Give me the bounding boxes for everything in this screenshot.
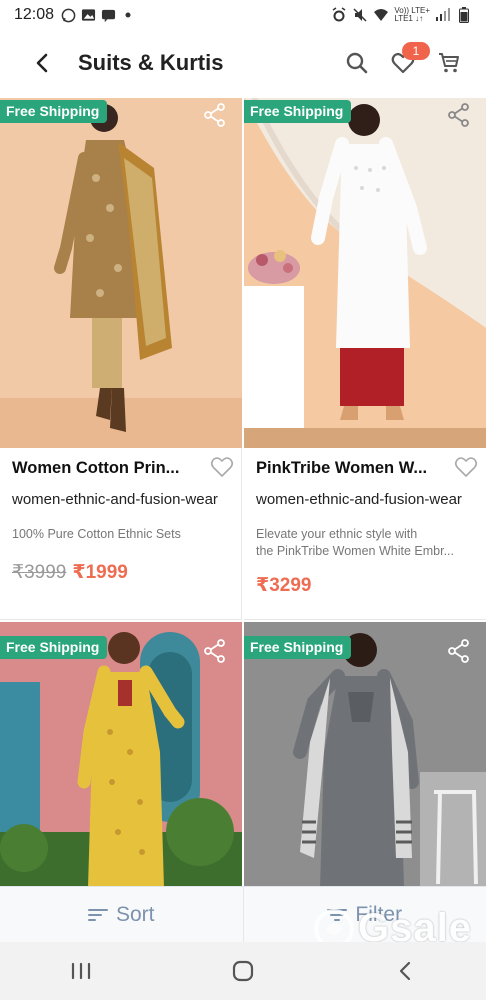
product-card[interactable]: Free Shipping [0,622,242,888]
network-bottom-label: LTE1 ↓↑ [394,14,424,23]
filter-label: Filter [355,902,403,926]
product-card[interactable]: Free Shipping PinkTribe Women W... women… [244,98,486,620]
free-shipping-tag: Free Shipping [244,100,352,123]
notification-icons [60,7,136,23]
whatsapp-icon [60,7,76,23]
share-button[interactable] [446,102,472,128]
dot-icon [120,7,136,23]
sort-button[interactable]: Sort [0,887,243,942]
product-description-line: the PinkTribe Women White Embr... [256,544,454,558]
price-row: ₹3999 ₹1999 [12,561,234,584]
cart-icon [439,53,459,73]
chat-icon [100,7,116,23]
product-image[interactable]: Free Shipping [244,622,486,888]
product-image[interactable]: Free Shipping [0,622,242,888]
product-description-line: 100% Pure Cotton Ethnic Sets [12,527,181,541]
product-mrp: ₹3999 [12,562,67,583]
network-type: Vo)) LTE+ LTE1 ↓↑ [394,7,430,23]
product-card[interactable]: Free Shipping [244,622,486,888]
sort-icon [87,908,108,921]
product-description: 100% Pure Cotton Ethnic Sets [12,526,234,543]
product-image[interactable]: Free Shipping [0,98,242,448]
product-title[interactable]: Women Cotton Prin... [12,459,179,478]
free-shipping-tag: Free Shipping [0,100,108,123]
sort-filter-bar: Sort Filter [0,886,486,942]
share-icon [204,103,225,127]
wifi-icon [373,7,389,23]
share-icon [204,639,225,663]
page-title: Suits & Kurtis [78,50,224,75]
share-button[interactable] [202,102,228,128]
share-icon [448,639,469,663]
heart-icon [210,457,234,477]
alarm-icon [331,7,347,23]
search-icon [346,52,368,74]
system-status: Vo)) LTE+ LTE1 ↓↑ [331,7,472,23]
product-price: ₹1999 [72,562,128,583]
back-arrow-icon [36,53,48,73]
product-category: women-ethnic-and-fusion-wear [12,491,218,508]
free-shipping-tag: Free Shipping [0,636,108,659]
filter-icon [327,908,348,921]
product-description: Elevate your ethnic style with the PinkT… [256,526,478,560]
product-wishlist-button[interactable] [454,456,478,480]
back-button[interactable] [22,43,62,83]
share-button[interactable] [446,638,472,664]
search-button[interactable] [340,46,374,80]
gallery-icon [80,7,96,23]
product-info: Women Cotton Prin... women-ethnic-and-fu… [12,456,234,584]
battery-icon [456,7,472,23]
product-title[interactable]: PinkTribe Women W... [256,459,427,478]
product-card[interactable]: Free Shipping Women Cotton Prin... women… [0,98,242,620]
cart-button[interactable] [432,46,466,80]
product-wishlist-button[interactable] [210,456,234,480]
product-price: ₹3299 [256,575,312,596]
signal-icon [435,7,451,23]
status-bar: 12:08 Vo)) LTE+ LTE1 ↓↑ [0,0,486,30]
cart-count-badge: 1 [402,42,430,60]
share-icon [448,103,469,127]
recent-apps-button[interactable] [56,951,106,991]
system-nav-bar [0,942,486,1000]
back-chevron-icon [399,961,411,981]
product-category: women-ethnic-and-fusion-wear [256,491,462,508]
app-bar: Suits & Kurtis 1 [0,30,486,96]
nav-back-button[interactable] [380,951,430,991]
free-shipping-tag: Free Shipping [244,636,352,659]
product-info: PinkTribe Women W... women-ethnic-and-fu… [256,456,478,597]
share-button[interactable] [202,638,228,664]
price-row: ₹3299 [256,574,478,597]
product-image[interactable]: Free Shipping [244,98,486,448]
app-bar-actions: 1 [340,42,466,80]
wishlist-button[interactable]: 1 [386,42,430,80]
heart-icon [454,457,478,477]
sort-label: Sort [115,902,155,926]
home-button[interactable] [218,951,268,991]
home-icon [232,960,254,982]
filter-button[interactable]: Filter [242,887,486,942]
product-description-line: Elevate your ethnic style with [256,527,418,541]
recent-apps-icon [71,962,91,980]
status-time: 12:08 [14,6,55,23]
mute-icon [352,7,368,23]
